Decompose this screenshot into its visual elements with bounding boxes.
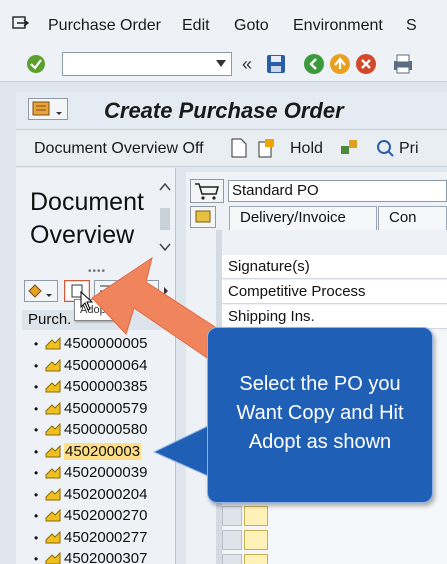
- document-overview-off-button[interactable]: Document Overview Off: [34, 140, 204, 158]
- menu-bar: Purchase Order Edit Goto Environment S: [0, 0, 447, 44]
- print-preview-button[interactable]: Pri: [399, 140, 419, 158]
- print-preview-icon[interactable]: [375, 138, 395, 158]
- purchase-order-icon: [45, 358, 61, 372]
- bullet-icon: •: [34, 380, 39, 394]
- enter-icon[interactable]: [25, 53, 47, 75]
- list-item[interactable]: • 4502000039: [34, 462, 147, 483]
- heading-line-2: Overview: [30, 221, 135, 249]
- callout-line-1: Select the PO you: [239, 373, 401, 395]
- tab-delivery-invoice[interactable]: Delivery/Invoice: [229, 206, 377, 230]
- purchase-order-icon: [45, 401, 61, 415]
- callout-text: Select the PO you Want Copy and Hit Adop…: [207, 370, 433, 457]
- menu-goto[interactable]: Goto: [234, 17, 269, 35]
- list-item[interactable]: • 4502000307: [34, 548, 147, 564]
- field-shipping-ins[interactable]: Shipping Ins.: [222, 305, 447, 329]
- grid-row-selector[interactable]: [222, 506, 242, 526]
- purchase-order-icon: [45, 530, 61, 544]
- menu-edit[interactable]: Edit: [182, 17, 210, 35]
- purchase-order-icon: [45, 444, 61, 458]
- po-number: 4502000307: [64, 550, 148, 564]
- purchase-order-icon: [45, 380, 61, 393]
- list-item[interactable]: • 4500000580: [34, 419, 147, 440]
- purchase-order-icon: [45, 487, 61, 501]
- mouse-cursor-icon: [80, 291, 94, 311]
- chevron-down-icon[interactable]: [216, 60, 226, 67]
- po-number: 4500000005: [64, 335, 148, 352]
- sap-window: Purchase Order Edit Goto Environment S «: [0, 0, 447, 564]
- bullet-icon: •: [34, 466, 39, 480]
- cancel-icon[interactable]: [355, 53, 377, 75]
- bullet-icon: •: [34, 487, 39, 502]
- list-item[interactable]: • 4502000270: [34, 505, 147, 526]
- purchase-order-icon: [45, 552, 61, 564]
- field-competitive-process[interactable]: Competitive Process: [222, 280, 447, 304]
- po-number: 4502000277: [64, 528, 148, 546]
- po-number: 4502000270: [64, 507, 148, 524]
- po-number: 4502000204: [64, 485, 148, 503]
- grid-row-selector[interactable]: [222, 554, 242, 564]
- heading-scrollbar[interactable]: [158, 178, 172, 264]
- menu-purchase-order[interactable]: Purchase Order: [48, 17, 161, 35]
- bullet-icon: •: [34, 358, 39, 373]
- purchase-order-icon: [45, 509, 61, 522]
- heading-line-1: Document: [30, 188, 144, 216]
- splitter-grip[interactable]: ••••: [88, 266, 106, 277]
- callout-line-3: Adopt as shown: [248, 431, 392, 453]
- po-number: 4500000385: [64, 378, 148, 395]
- command-field[interactable]: [62, 52, 232, 76]
- tab-conditions[interactable]: Con: [378, 206, 447, 230]
- more-button[interactable]: [130, 280, 170, 302]
- document-type-select[interactable]: Standard PO: [228, 180, 447, 202]
- menu-icon[interactable]: [12, 16, 30, 30]
- new-document-icon[interactable]: [231, 138, 247, 158]
- bullet-icon: •: [34, 401, 39, 416]
- menu-button-icon[interactable]: [28, 98, 68, 120]
- list-item[interactable]: • 4500000064: [34, 355, 147, 376]
- list-item[interactable]: • 4502000277: [34, 527, 147, 548]
- selection-variant-button[interactable]: [24, 280, 58, 302]
- grid-row-selector[interactable]: [222, 530, 242, 550]
- print-icon[interactable]: [392, 53, 414, 75]
- menu-environment[interactable]: Environment: [293, 17, 383, 35]
- purchase-order-icon: [45, 423, 61, 436]
- list-item[interactable]: • 450200003: [34, 441, 142, 462]
- menu-system[interactable]: S: [406, 17, 417, 35]
- po-number: 4500000064: [64, 356, 148, 374]
- bullet-icon: •: [34, 509, 39, 523]
- po-number: 4500000579: [64, 399, 148, 417]
- purchase-order-icon: [45, 337, 61, 350]
- grid-cell[interactable]: [244, 554, 268, 564]
- hold-icon[interactable]: [257, 138, 275, 158]
- po-number: 450200003: [64, 442, 142, 460]
- grid-cell[interactable]: [244, 506, 268, 526]
- po-number: 4500000580: [64, 421, 148, 438]
- list-item[interactable]: • 4500000579: [34, 398, 147, 419]
- cart-icon[interactable]: [190, 179, 224, 203]
- hold-button[interactable]: Hold: [290, 140, 323, 158]
- document-overview-heading: Document Overview: [30, 186, 144, 252]
- bullet-icon: •: [34, 552, 39, 564]
- check-icon[interactable]: [339, 138, 359, 158]
- bullet-icon: •: [34, 444, 39, 459]
- save-icon[interactable]: [266, 54, 286, 74]
- purchase-order-icon: [45, 466, 61, 479]
- bullet-icon: •: [34, 530, 39, 545]
- bullet-icon: •: [34, 423, 39, 437]
- header-expand-icon[interactable]: [190, 206, 216, 228]
- list-item[interactable]: • 4500000385: [34, 376, 147, 397]
- exit-icon[interactable]: [329, 53, 351, 75]
- collapse-icon[interactable]: «: [242, 54, 252, 75]
- page-title: Create Purchase Order: [104, 98, 344, 123]
- field-signatures[interactable]: Signature(s): [222, 255, 447, 279]
- list-item[interactable]: • 4502000204: [34, 484, 147, 505]
- grid-cell[interactable]: [244, 530, 268, 550]
- back-icon[interactable]: [303, 53, 325, 75]
- callout-line-2: Want Copy and Hit: [236, 402, 404, 424]
- list-item[interactable]: • 4500000005: [34, 333, 147, 354]
- po-number: 4502000039: [64, 464, 148, 481]
- bullet-icon: •: [34, 337, 39, 351]
